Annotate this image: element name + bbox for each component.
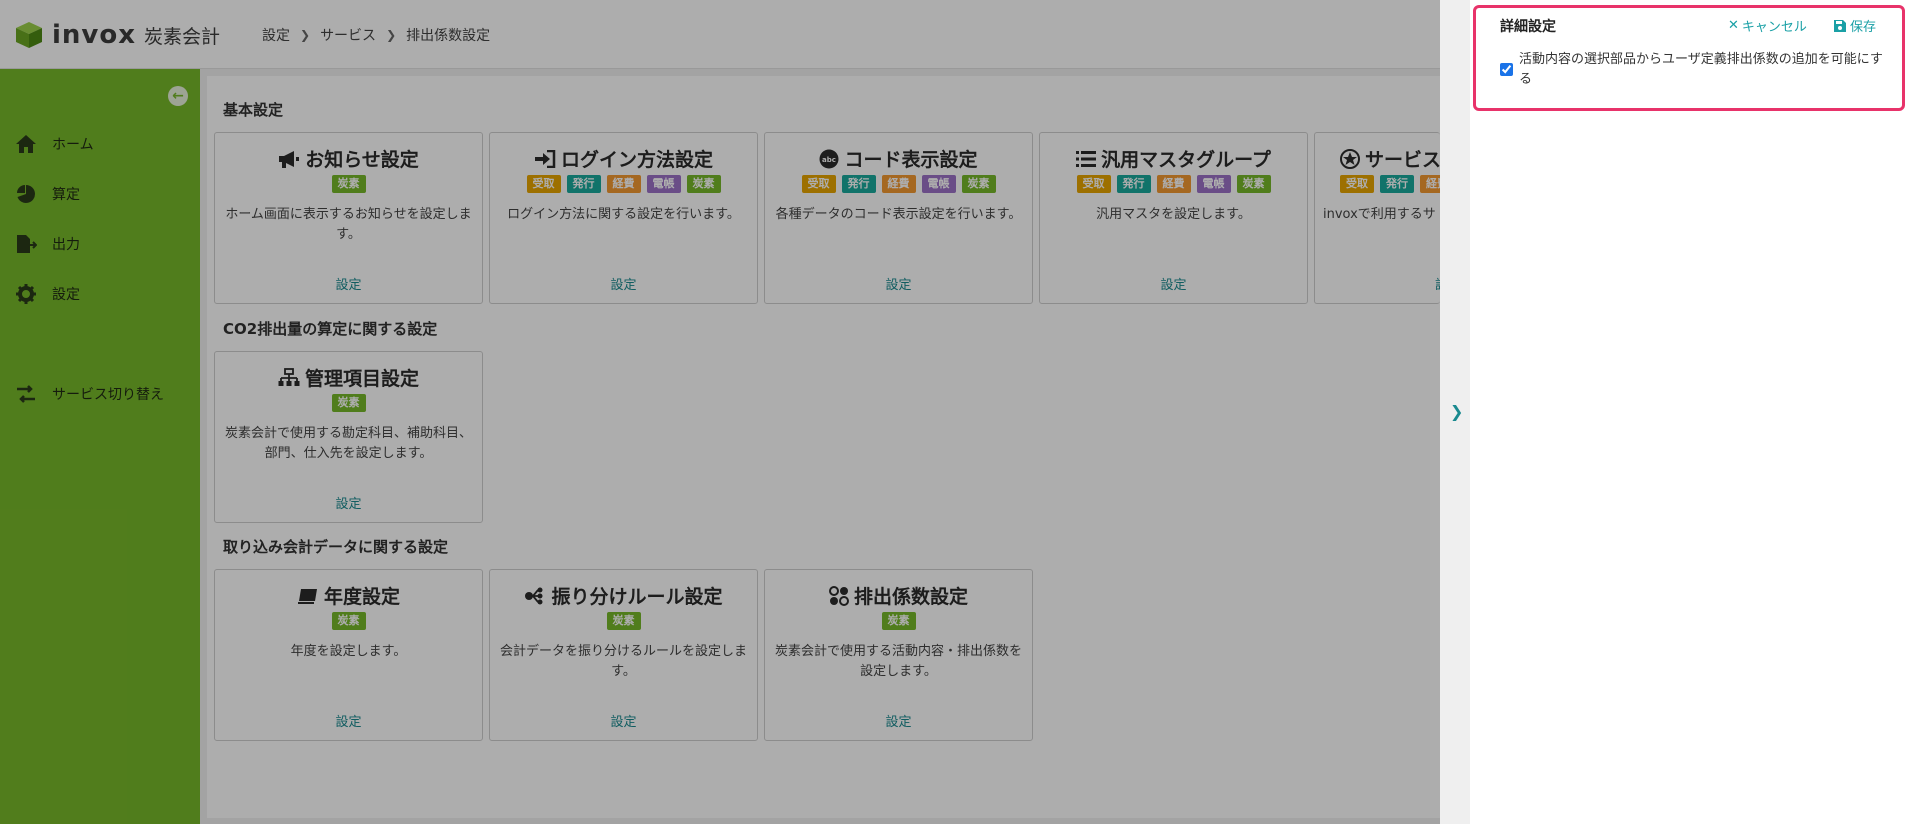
floppy-disk-icon — [1834, 19, 1846, 32]
user-defined-emission-factor-checkbox[interactable] — [1500, 63, 1513, 76]
close-icon: ✕ — [1728, 18, 1739, 33]
checkbox-label[interactable]: 活動内容の選択部品からユーザ定義排出係数の追加を可能にする — [1519, 50, 1889, 90]
panel-title: 詳細設定 — [1500, 19, 1556, 35]
modal-backdrop[interactable] — [0, 0, 1440, 824]
save-label: 保存 — [1850, 20, 1877, 35]
cancel-button[interactable]: ✕ キャンセル — [1728, 16, 1807, 35]
save-button[interactable]: 保存 — [1834, 16, 1876, 35]
chevron-right-icon[interactable]: ❯ — [1450, 402, 1463, 421]
detail-settings-panel — [1470, 0, 1914, 824]
cancel-label: キャンセル — [1741, 20, 1807, 35]
